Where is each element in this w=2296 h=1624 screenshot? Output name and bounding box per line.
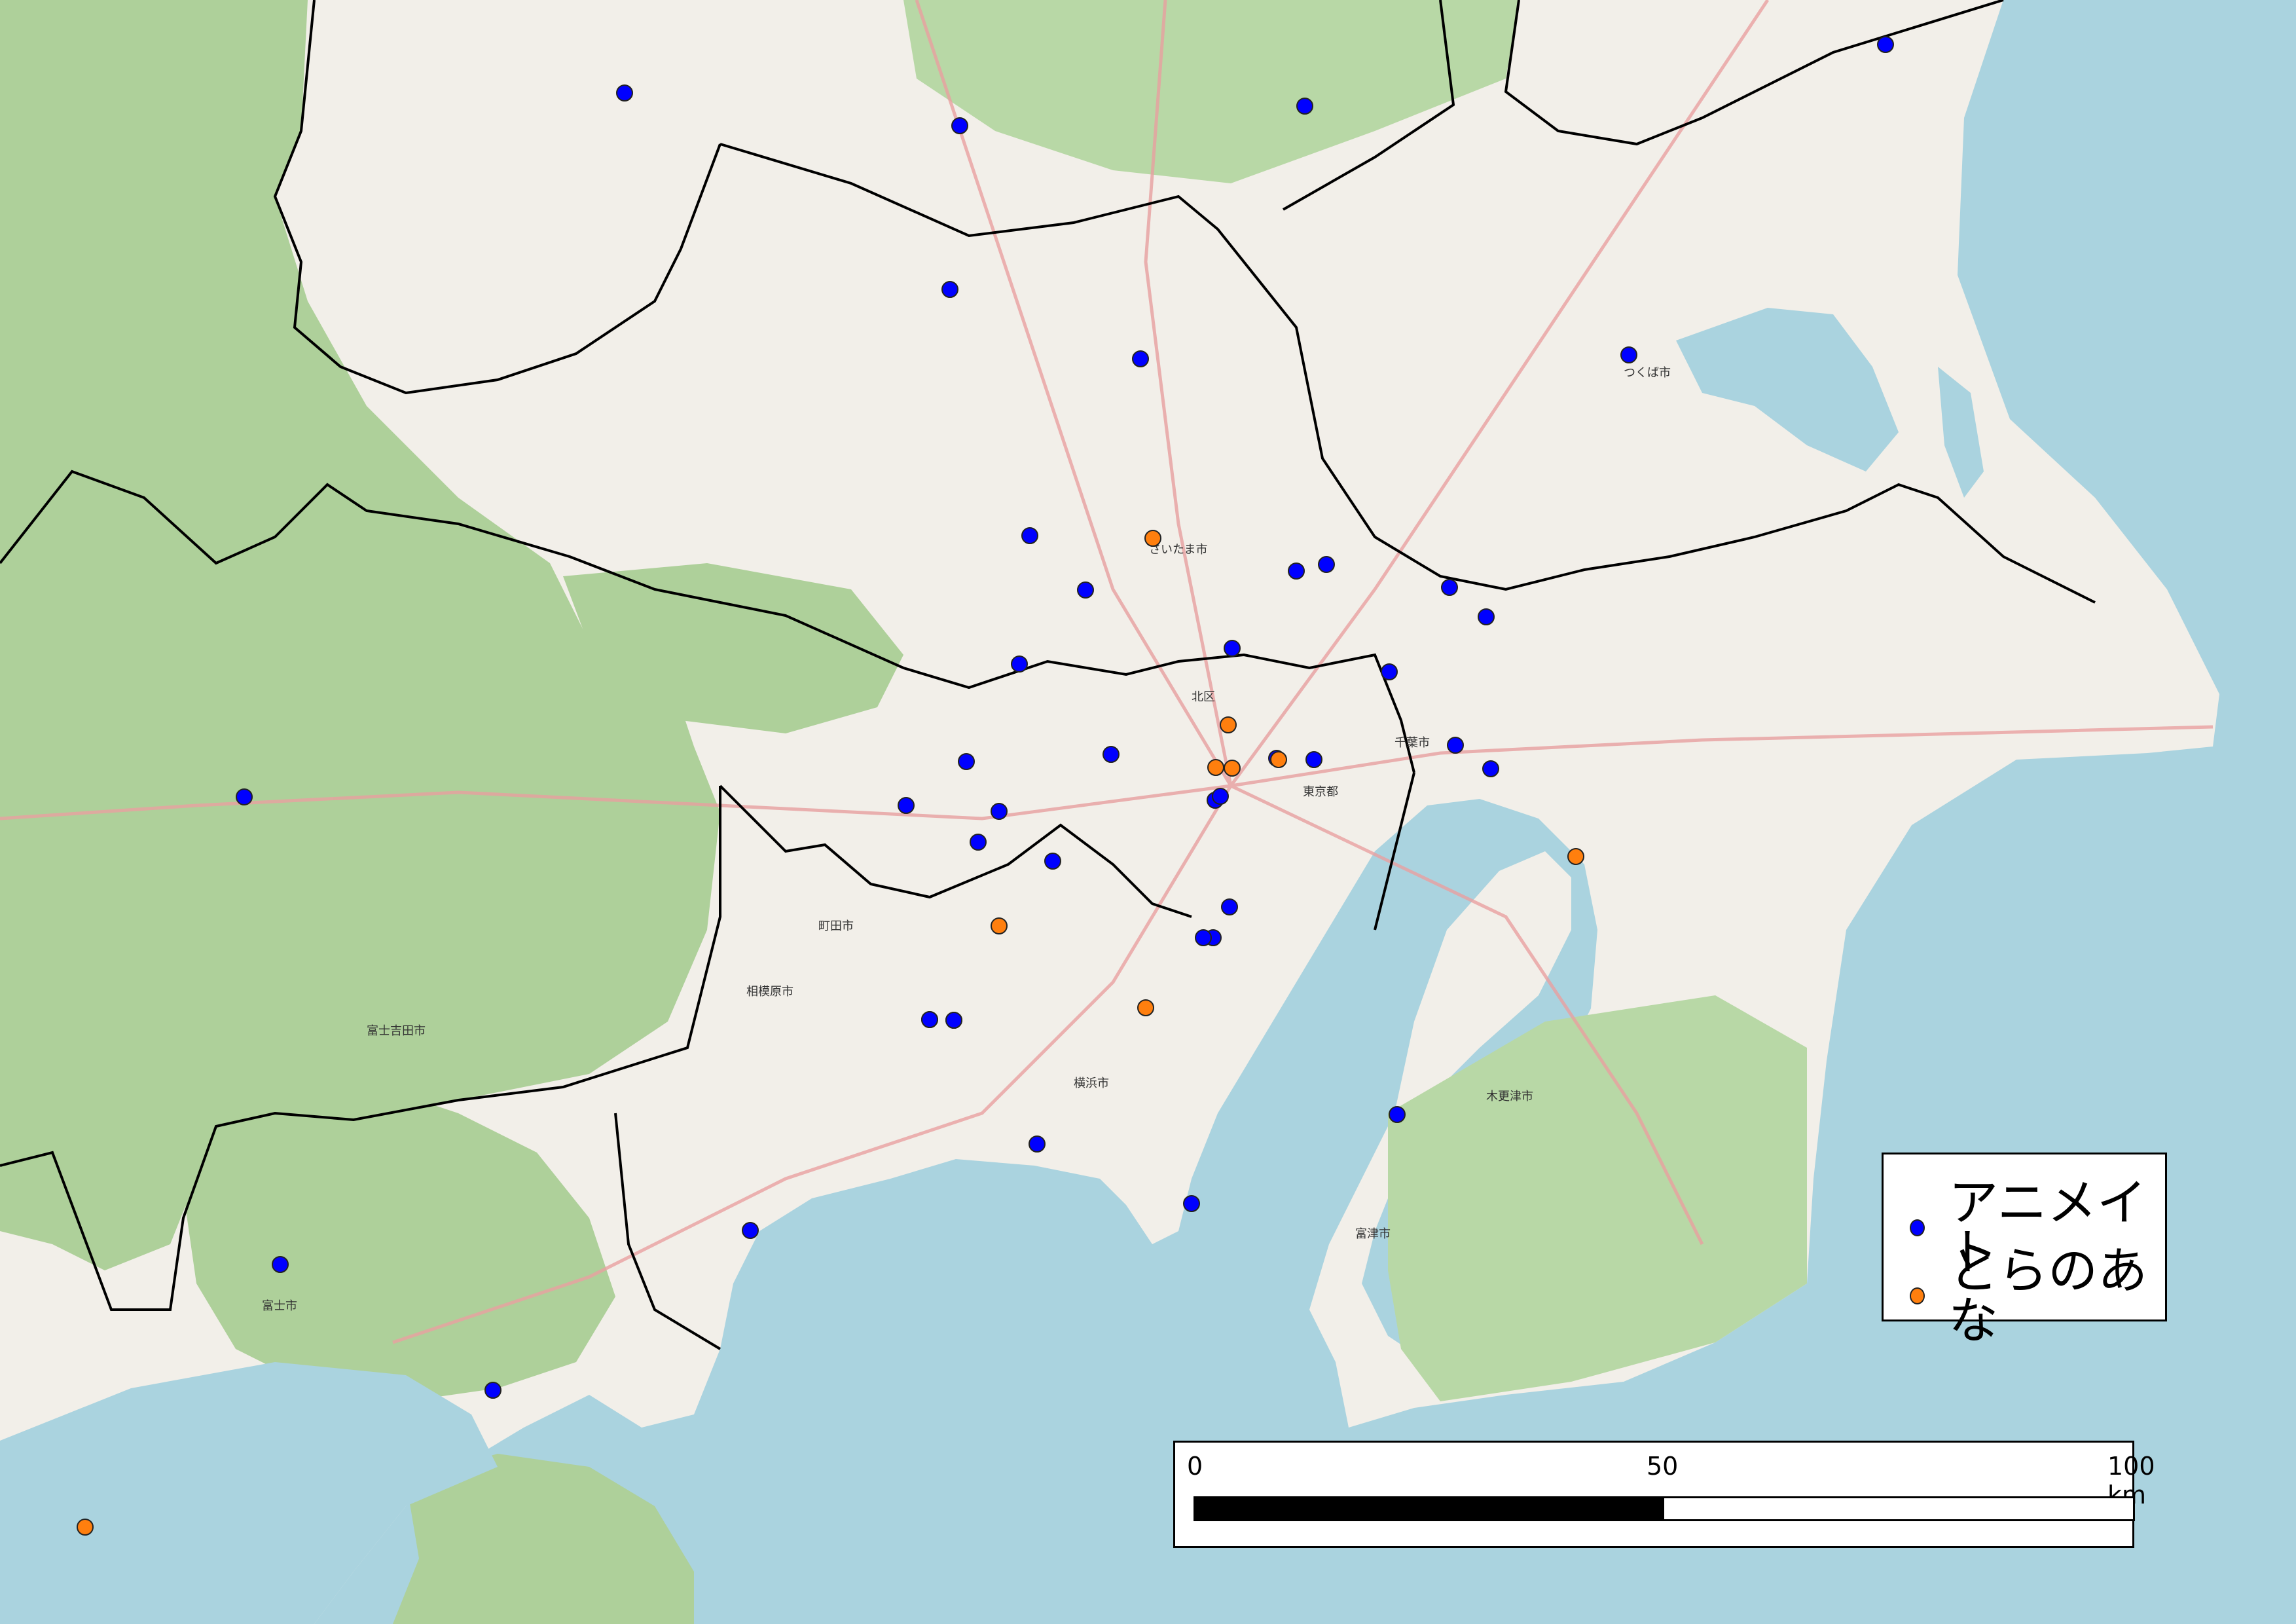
animate-store-marker[interactable]	[1224, 640, 1241, 657]
animate-store-marker[interactable]	[742, 1222, 759, 1239]
animate-store-marker[interactable]	[1478, 608, 1495, 625]
animate-store-marker[interactable]	[1447, 737, 1464, 754]
animate-store-marker[interactable]	[1221, 898, 1238, 915]
animate-store-marker[interactable]	[1296, 98, 1313, 115]
toranoana-store-marker[interactable]	[1220, 716, 1237, 733]
animate-store-marker[interactable]	[898, 797, 915, 814]
toranoana-store-marker[interactable]	[1144, 530, 1161, 547]
animate-store-marker[interactable]	[1183, 1195, 1200, 1212]
animate-store-marker[interactable]	[616, 84, 633, 101]
scale-track	[1194, 1496, 2135, 1521]
animate-store-marker[interactable]	[272, 1256, 289, 1273]
animate-marker-icon	[1910, 1219, 1925, 1236]
legend-row-toranoana: とらのあな	[1910, 1246, 2165, 1346]
store-markers	[77, 36, 1894, 1536]
animate-store-marker[interactable]	[945, 1012, 962, 1029]
animate-store-marker[interactable]	[1132, 350, 1149, 367]
animate-store-marker[interactable]	[484, 1382, 501, 1399]
scale-fill	[1195, 1498, 1664, 1519]
animate-store-marker[interactable]	[1029, 1135, 1046, 1153]
toranoana-store-marker[interactable]	[1207, 759, 1224, 776]
toranoana-store-marker[interactable]	[1567, 848, 1584, 865]
animate-store-marker[interactable]	[1195, 929, 1212, 946]
legend-label-toranoana: とらのあな	[1948, 1242, 2148, 1350]
animate-store-marker[interactable]	[1077, 581, 1094, 599]
toranoana-store-marker[interactable]	[1224, 760, 1241, 777]
animate-store-marker[interactable]	[1011, 655, 1028, 673]
animate-store-marker[interactable]	[991, 803, 1008, 820]
animate-store-marker[interactable]	[236, 788, 253, 805]
animate-store-marker[interactable]	[1044, 853, 1061, 870]
animate-store-marker[interactable]	[1021, 527, 1038, 544]
animate-store-marker[interactable]	[1482, 760, 1499, 777]
animate-store-marker[interactable]	[1102, 746, 1120, 763]
toranoana-store-marker[interactable]	[1137, 999, 1154, 1016]
animate-store-marker[interactable]	[921, 1011, 938, 1028]
animate-store-marker[interactable]	[941, 281, 958, 298]
toranoana-marker-icon	[1910, 1287, 1925, 1304]
animate-store-marker[interactable]	[1212, 788, 1229, 805]
animate-store-marker[interactable]	[1389, 1106, 1406, 1123]
animate-store-marker[interactable]	[1318, 556, 1335, 573]
animate-store-marker[interactable]	[958, 753, 975, 770]
toranoana-store-marker[interactable]	[991, 917, 1008, 934]
toranoana-store-marker[interactable]	[77, 1519, 94, 1536]
scale-bar: 0 50 100 km	[1173, 1441, 2155, 1548]
animate-store-marker[interactable]	[1441, 579, 1458, 596]
scale-label-mid: 50	[1647, 1452, 1679, 1481]
animate-store-marker[interactable]	[970, 834, 987, 851]
animate-store-marker[interactable]	[1620, 346, 1637, 363]
animate-store-marker[interactable]	[951, 117, 968, 134]
toranoana-store-marker[interactable]	[1270, 751, 1287, 768]
legend: アニメイト とらのあな	[1882, 1153, 2167, 1346]
animate-store-marker[interactable]	[1305, 751, 1322, 768]
scale-label-zero: 0	[1187, 1452, 1203, 1481]
animate-store-marker[interactable]	[1381, 663, 1398, 680]
animate-store-marker[interactable]	[1877, 36, 1894, 53]
animate-store-marker[interactable]	[1288, 563, 1305, 580]
